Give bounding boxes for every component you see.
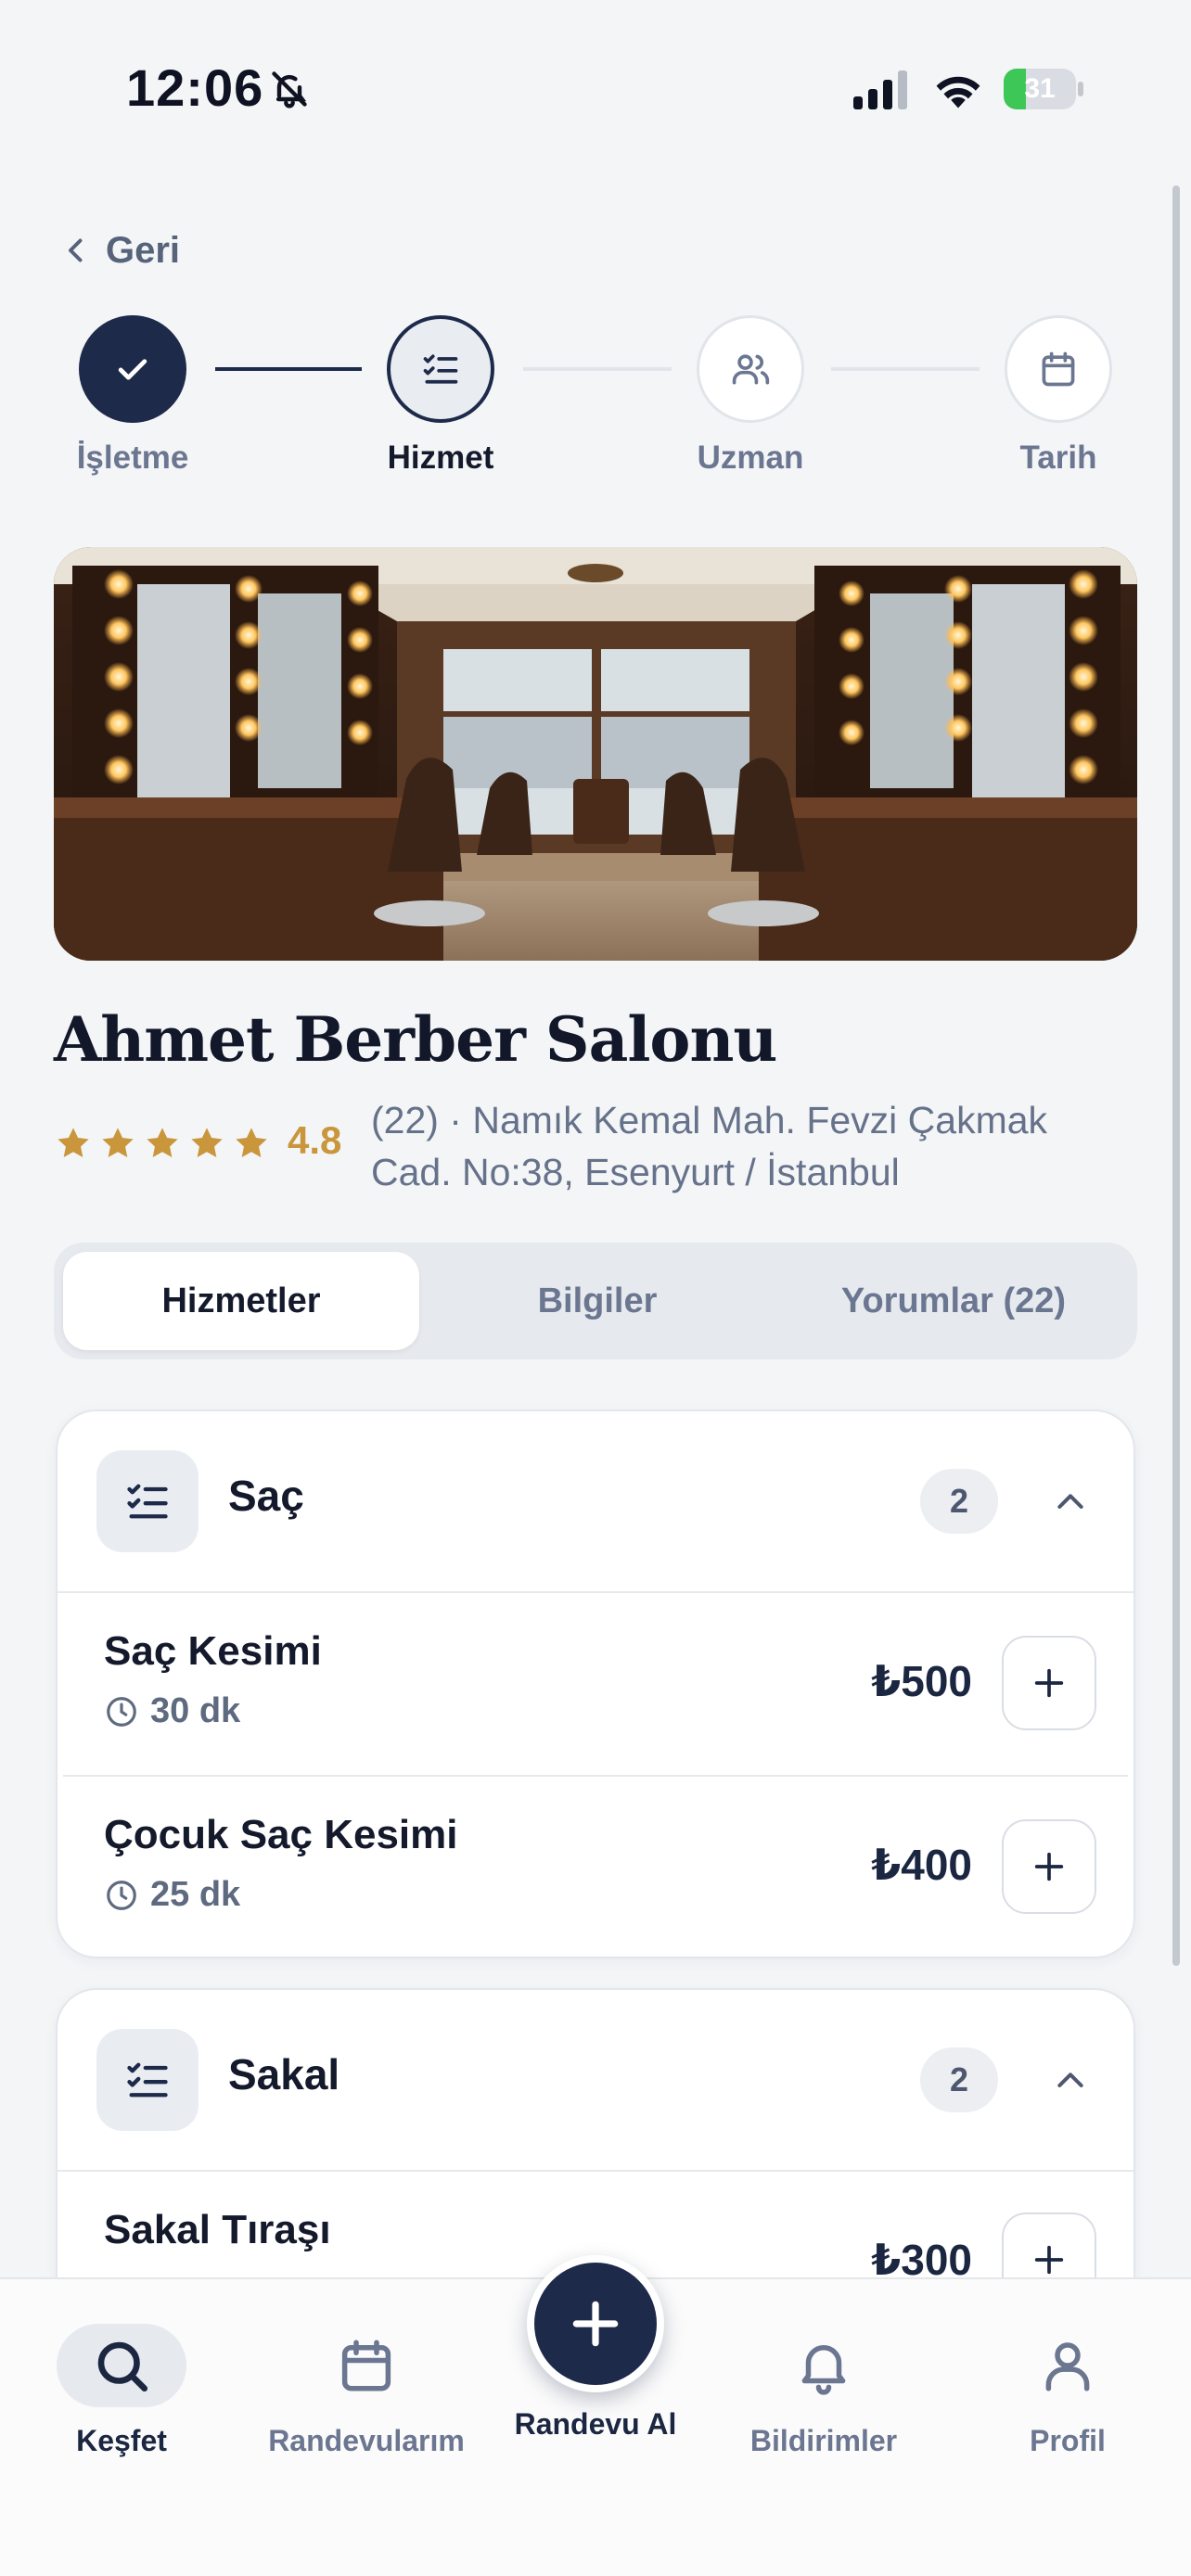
battery-percent: 31 [1024, 73, 1056, 104]
category-header[interactable]: Saç 2 [58, 1411, 1133, 1591]
step-connector-1 [215, 367, 362, 371]
plus-icon [1034, 1852, 1064, 1881]
add-service-button[interactable] [1002, 1819, 1096, 1914]
star-icon [147, 1128, 178, 1158]
step-label-uzman: Uzman [697, 440, 804, 476]
list-check-icon [423, 354, 458, 384]
tab-yorumlar[interactable]: Yorumlar (22) [775, 1252, 1132, 1350]
step-label-tarih: Tarih [1019, 440, 1097, 476]
duration-text: 30 dk [150, 1691, 241, 1730]
star-icon [58, 1128, 89, 1158]
nav-bildirimler[interactable]: Bildirimler [717, 2324, 930, 2458]
nav-label: Bildirimler [749, 2424, 898, 2457]
service-name: Saç Kesimi [104, 1628, 322, 1674]
count-badge: 2 [920, 1469, 998, 1534]
calendar-icon [341, 2340, 391, 2391]
step-connector-2 [523, 367, 672, 371]
back-label: Geri [106, 229, 181, 271]
category-header[interactable]: Sakal 2 [58, 1990, 1133, 2170]
category-title: Sakal [228, 2050, 340, 2098]
new-appointment-button[interactable] [527, 2255, 664, 2392]
reviews-and-address: (22) · Namık Kemal Mah. Fevzi Çakmak Cad… [371, 1099, 1048, 1193]
wifi-icon [936, 76, 980, 108]
tab-bilgiler[interactable]: Bilgiler [419, 1252, 775, 1350]
step-tarih[interactable] [1005, 315, 1112, 423]
clock-icon [107, 1880, 136, 1910]
plus-icon [1034, 2245, 1064, 2275]
battery-indicator: 31 [1004, 69, 1083, 109]
star-rating [54, 1124, 271, 1163]
category-card-sac: Saç 2 Saç Kesimi 30 dk ₺500 Çocuk Saç Ke… [56, 1409, 1135, 1958]
search-icon [97, 2341, 148, 2392]
nav-kesfet[interactable]: Keşfet [15, 2324, 228, 2458]
business-name: Ahmet Berber Salonu [54, 1003, 777, 1076]
service-name: Sakal Tıraşı [104, 2207, 331, 2252]
nav-profil[interactable]: Profil [961, 2324, 1174, 2458]
bell-off-icon [272, 71, 307, 108]
star-icon [102, 1128, 134, 1158]
nav-label: Randevularım [268, 2424, 465, 2457]
divider [63, 1775, 1128, 1777]
users-icon [732, 354, 770, 385]
divider [58, 2170, 1133, 2172]
list-check-icon [96, 1450, 198, 1552]
step-uzman[interactable] [697, 315, 804, 423]
chevron-up-icon[interactable] [1052, 1484, 1089, 1521]
service-name: Çocuk Saç Kesimi [104, 1812, 458, 1857]
clock-icon [107, 1696, 136, 1727]
plus-icon [572, 2301, 619, 2347]
service-price: ₺400 [871, 1841, 972, 1889]
check-icon [118, 359, 147, 380]
step-label-hizmet: Hizmet [387, 440, 494, 476]
nav-label: Profil [1030, 2424, 1106, 2457]
scrollbar[interactable] [1172, 185, 1180, 1966]
rating-value: 4.8 [288, 1118, 342, 1162]
tab-hizmetler[interactable]: Hizmetler [63, 1252, 419, 1350]
step-isletme[interactable] [79, 315, 186, 423]
nav-label-randevu-al[interactable]: Randevu Al [480, 2407, 711, 2442]
salon-photo [54, 547, 1137, 961]
step-hizmet[interactable] [387, 315, 494, 423]
step-label-isletme: İşletme [76, 440, 189, 476]
service-duration: 30 dk [104, 1691, 240, 1731]
service-duration: 25 dk [104, 1875, 240, 1915]
chevron-left-icon [69, 238, 83, 262]
cellular-signal-icon [853, 70, 907, 109]
calendar-icon [1042, 351, 1075, 387]
duration-text: 25 dk [150, 1875, 241, 1914]
category-title: Saç [228, 1472, 304, 1520]
chevron-up-icon[interactable] [1052, 2062, 1089, 2099]
segment-tabs: Hizmetler Bilgiler Yorumlar (22) [54, 1243, 1137, 1359]
plus-icon [1034, 1668, 1064, 1698]
back-button[interactable]: Geri [59, 223, 180, 278]
nav-label: Keşfet [76, 2424, 167, 2457]
divider [58, 1591, 1133, 1593]
add-service-button[interactable] [1002, 1636, 1096, 1730]
star-icon [191, 1128, 223, 1158]
list-check-icon [96, 2029, 198, 2131]
count-badge: 2 [920, 2047, 998, 2112]
star-icon [236, 1128, 267, 1158]
status-time: 12:06 [126, 58, 264, 117]
service-price: ₺500 [871, 1657, 972, 1705]
step-connector-3 [831, 367, 980, 371]
user-icon [1045, 2342, 1090, 2391]
nav-randevularim[interactable]: Randevularım [260, 2324, 473, 2458]
bell-icon [801, 2345, 846, 2395]
